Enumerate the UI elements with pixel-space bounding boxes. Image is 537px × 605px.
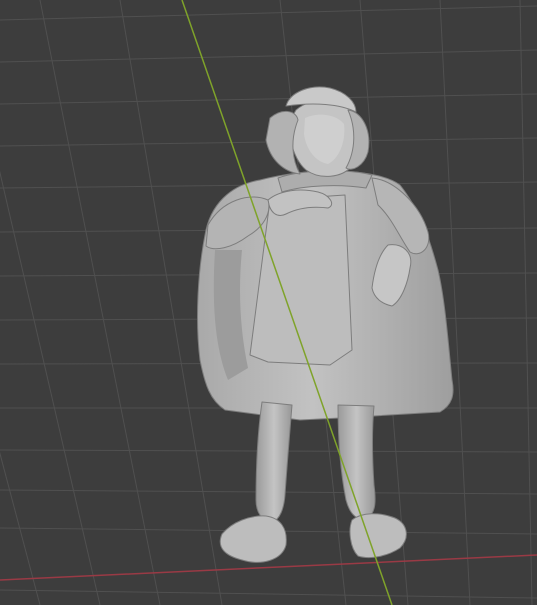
- viewport-canvas[interactable]: [0, 0, 537, 605]
- statue-model[interactable]: [197, 86, 454, 563]
- right-shoe: [349, 513, 407, 559]
- left-shoe: [219, 515, 287, 563]
- left-leg: [255, 401, 293, 523]
- 3d-viewport[interactable]: [0, 0, 537, 605]
